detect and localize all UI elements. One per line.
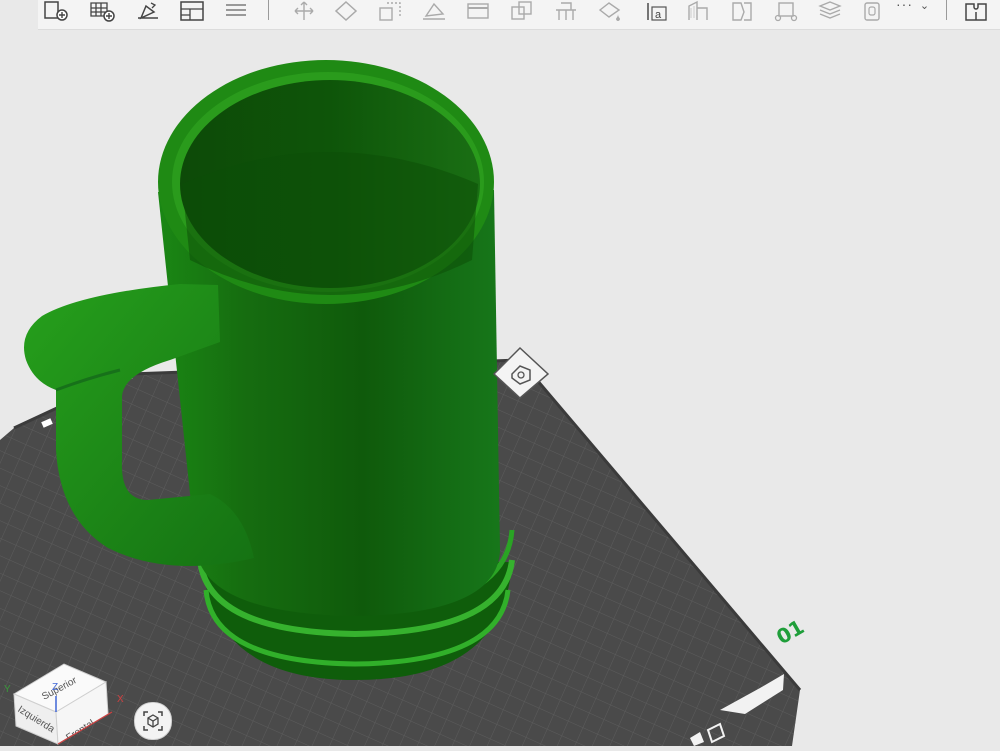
move-icon[interactable] xyxy=(290,0,318,22)
reset-view-button[interactable] xyxy=(134,702,172,740)
color-paint-icon[interactable] xyxy=(596,0,624,22)
puzzle-icon[interactable] xyxy=(962,0,990,22)
axis-y-label: Y xyxy=(4,684,11,695)
add-plate-icon[interactable] xyxy=(88,0,116,22)
cut-icon[interactable] xyxy=(464,0,492,22)
reset-view-icon xyxy=(143,711,163,731)
scene-canvas: 01 xyxy=(0,60,808,746)
seam-paint-icon[interactable] xyxy=(684,0,712,22)
toolbar-separator xyxy=(946,0,947,20)
measure-icon[interactable] xyxy=(772,0,800,22)
axis-x-label: X xyxy=(117,694,124,705)
auto-orient-icon[interactable] xyxy=(134,0,162,22)
lay-on-face-icon[interactable] xyxy=(420,0,448,22)
text-icon[interactable]: a xyxy=(642,0,670,22)
rotate-icon[interactable] xyxy=(332,0,360,22)
toolbar-separator xyxy=(268,0,269,20)
boolean-icon[interactable] xyxy=(508,0,536,22)
arrange-icon[interactable] xyxy=(178,0,206,22)
more-tools-label: ··· xyxy=(896,0,913,12)
top-toolbar: a ··· ⌄ xyxy=(38,0,1000,30)
variable-layer-icon[interactable] xyxy=(816,0,844,22)
3d-viewport[interactable]: 01 Superior Izquierda Y Z X xyxy=(0,30,1000,746)
svg-text:a: a xyxy=(655,9,662,21)
axis-z-label: Z xyxy=(52,682,58,693)
scale-icon[interactable] xyxy=(376,0,404,22)
chevron-down-icon: ⌄ xyxy=(919,0,931,12)
add-object-icon[interactable] xyxy=(42,0,70,22)
assembly-icon[interactable] xyxy=(858,0,886,22)
support-paint-icon[interactable] xyxy=(552,0,580,22)
navigation-cube[interactable]: Superior Izquierda Frontal Y Z X xyxy=(0,630,130,746)
split-icon[interactable] xyxy=(728,0,756,22)
layers-icon[interactable] xyxy=(222,0,250,22)
more-tools-button[interactable]: ··· ⌄ xyxy=(896,0,930,18)
plate-number-label: 01 xyxy=(772,615,808,650)
